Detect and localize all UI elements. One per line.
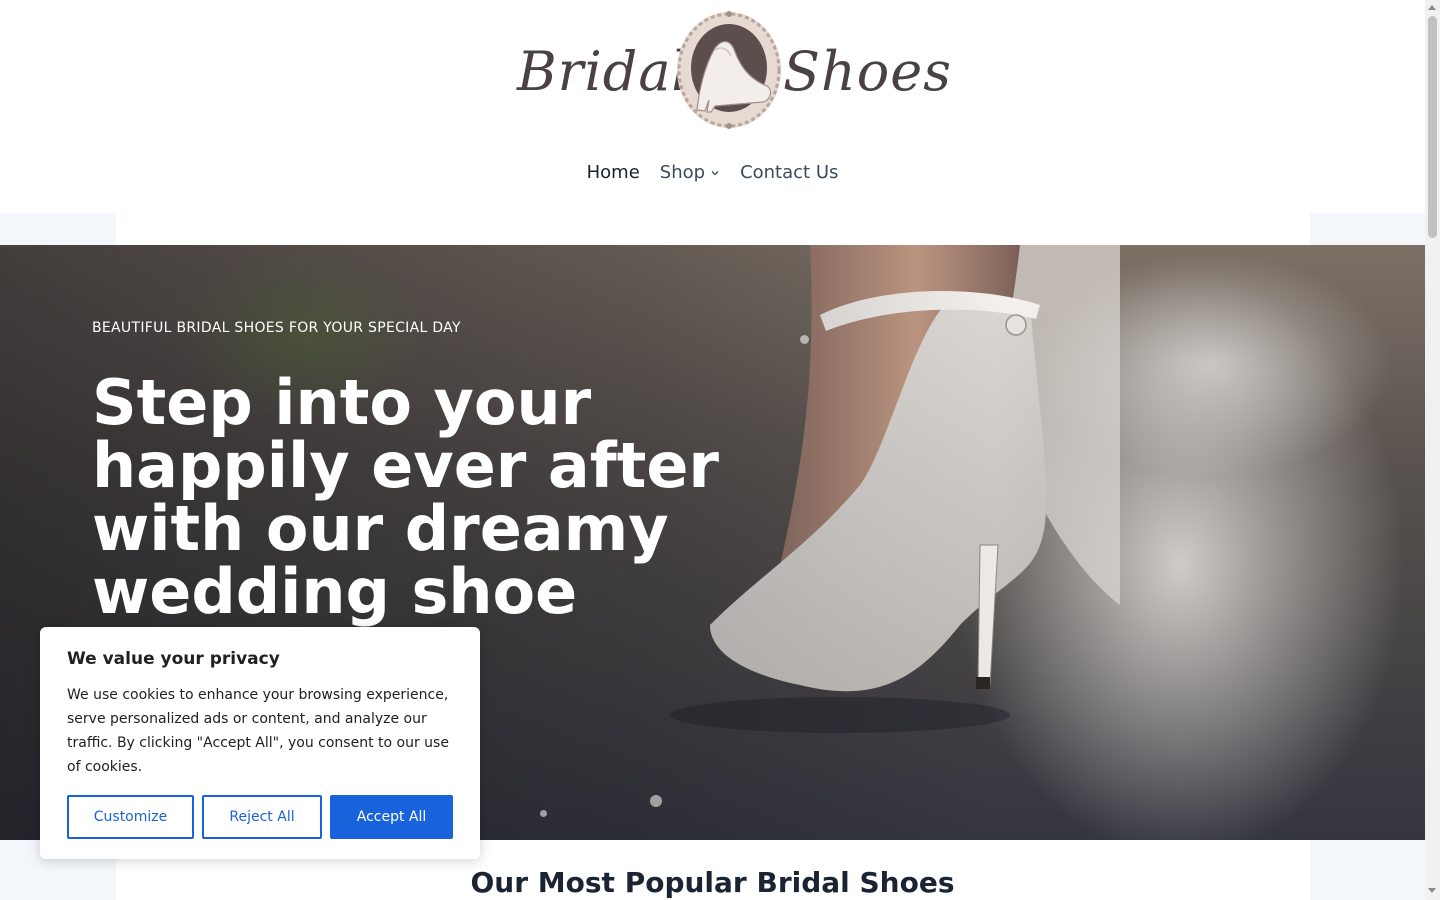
bokeh-light bbox=[650, 795, 662, 807]
logo-text-bridal: Bridal bbox=[517, 40, 690, 103]
logo-text-shoes: Shoes bbox=[783, 40, 952, 103]
hero-kicker: BEAUTIFUL BRIDAL SHOES FOR YOUR SPECIAL … bbox=[92, 320, 461, 336]
scroll-down-arrow-icon[interactable] bbox=[1428, 888, 1436, 893]
customize-button[interactable]: Customize bbox=[67, 795, 194, 839]
accept-all-button[interactable]: Accept All bbox=[330, 795, 453, 839]
reject-all-button[interactable]: Reject All bbox=[202, 795, 322, 839]
main-navigation: Home Shop Contact Us bbox=[0, 160, 1425, 186]
scroll-up-arrow-icon[interactable] bbox=[1428, 5, 1436, 10]
nav-item-shop[interactable]: Shop bbox=[650, 160, 730, 186]
site-logo[interactable]: Bridal Shoes bbox=[515, 10, 951, 135]
cookie-description: We use cookies to enhance your browsing … bbox=[67, 687, 449, 775]
site-header: Bridal Shoes Home Shop Contact Us bbox=[0, 0, 1425, 213]
bokeh-light bbox=[800, 335, 809, 344]
vertical-scrollbar[interactable] bbox=[1425, 0, 1440, 900]
high-heel-medallion-icon bbox=[677, 11, 781, 129]
chevron-down-icon bbox=[711, 171, 719, 176]
bokeh-light bbox=[540, 810, 547, 817]
nav-item-shop-label: Shop bbox=[659, 162, 706, 183]
cookie-consent-banner: We value your privacy We use cookies to … bbox=[40, 627, 480, 859]
scrollbar-thumb[interactable] bbox=[1428, 16, 1437, 238]
nav-item-home[interactable]: Home bbox=[577, 160, 650, 186]
cookie-title: We value your privacy bbox=[67, 649, 280, 669]
popular-shoes-heading: Our Most Popular Bridal Shoes bbox=[470, 866, 955, 899]
nav-item-contact-us[interactable]: Contact Us bbox=[730, 160, 848, 186]
